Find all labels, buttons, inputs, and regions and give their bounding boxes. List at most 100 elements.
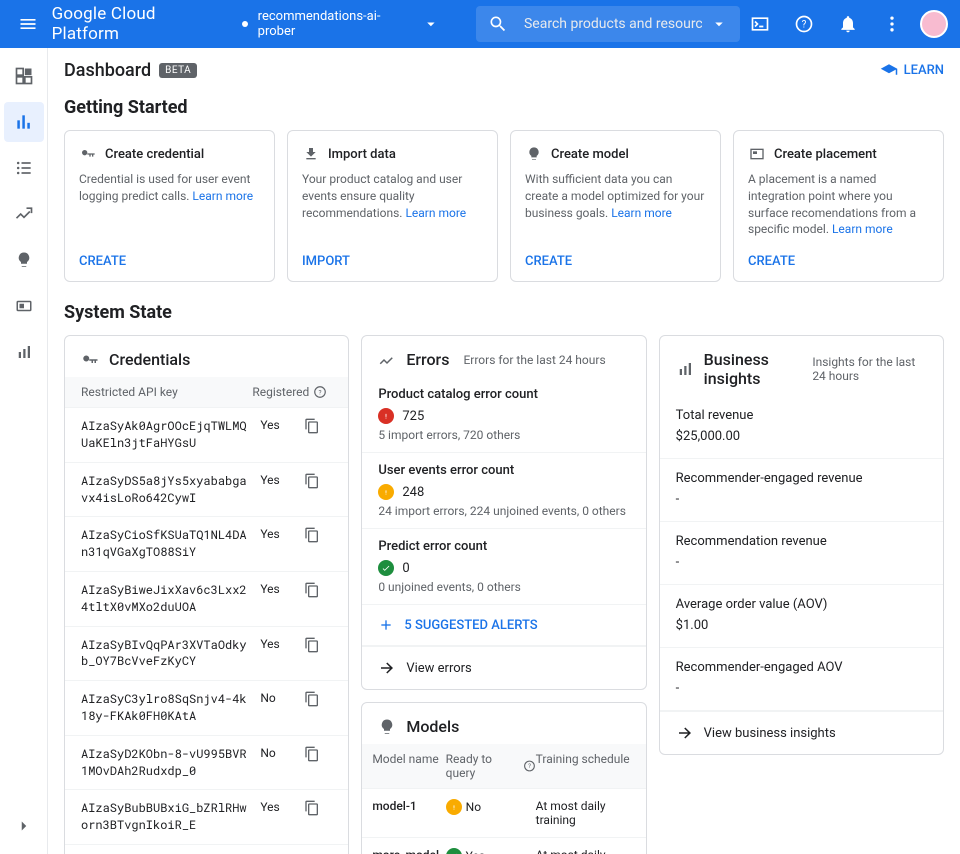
insight-label: Average order value (AOV) bbox=[676, 597, 927, 612]
insight-label: Recommender-engaged revenue bbox=[676, 471, 927, 486]
cloud-shell-icon[interactable] bbox=[740, 4, 780, 44]
warning-icon bbox=[378, 484, 394, 500]
table-row: AIzaSyBiweJixXav6c3Lxx24tltX0vMXo2duUOA … bbox=[65, 572, 348, 627]
getting-started-title: Getting Started bbox=[64, 97, 944, 118]
nav-list-icon[interactable] bbox=[4, 148, 44, 188]
learn-more-link[interactable]: Learn more bbox=[192, 189, 253, 203]
schedule-value: At most daily training bbox=[536, 799, 636, 827]
table-row: AIzaSyDS5a8jYs5xyababgavx4isLoRo642CywI … bbox=[65, 463, 348, 518]
api-key-value: AIzaSyD2KObn-8-vU995BVR1MOvDAh2Rudxdp_0 bbox=[81, 746, 260, 780]
nav-trend-icon[interactable] bbox=[4, 194, 44, 234]
check-icon bbox=[446, 848, 462, 854]
bar-icon bbox=[676, 360, 694, 378]
view-errors-link[interactable]: View errors bbox=[362, 646, 645, 689]
create-placement-button[interactable]: CREATE bbox=[748, 238, 929, 269]
import-button[interactable]: IMPORT bbox=[302, 238, 483, 269]
avatar[interactable] bbox=[920, 10, 948, 38]
plus-icon bbox=[378, 617, 394, 633]
api-key-value: AIzaSyBIvQqPAr3XVTaOdkyb_OY7BcVveFzKyCY bbox=[81, 637, 260, 671]
copy-icon[interactable] bbox=[304, 473, 332, 489]
help-icon[interactable]: ? bbox=[784, 4, 824, 44]
suggested-alerts-link[interactable]: 5 SUGGESTED ALERTS bbox=[362, 605, 645, 646]
project-selector[interactable]: recommendations-ai-prober bbox=[242, 9, 440, 39]
arrow-right-icon bbox=[378, 659, 396, 677]
svg-text:?: ? bbox=[528, 763, 531, 770]
help-icon[interactable]: ? bbox=[523, 759, 536, 773]
help-icon[interactable]: ? bbox=[313, 385, 327, 399]
svg-text:?: ? bbox=[319, 389, 322, 397]
nav-lightbulb-icon[interactable] bbox=[4, 240, 44, 280]
menu-icon[interactable] bbox=[8, 4, 48, 44]
key-icon bbox=[79, 145, 97, 163]
more-icon[interactable] bbox=[872, 4, 912, 44]
table-row: AIzaSyCioSfKSUaTQ1NL4DAn31qVGaXgTO88SiY … bbox=[65, 517, 348, 572]
api-key-value: AIzaSyBiweJixXav6c3Lxx24tltX0vMXo2duUOA bbox=[81, 582, 260, 616]
table-row: AIzaSyAk0AgrOOcEjqTWLMQUaKEln3jtFaHYGsU … bbox=[65, 408, 348, 463]
error-title: Product catalog error count bbox=[378, 387, 629, 402]
insight-row: Recommendation revenue - bbox=[660, 522, 943, 585]
system-state-title: System State bbox=[64, 302, 944, 323]
copy-icon[interactable] bbox=[304, 746, 332, 762]
copy-icon[interactable] bbox=[304, 800, 332, 816]
col-api-key: Restricted API key bbox=[81, 385, 252, 399]
insight-value: $1.00 bbox=[676, 618, 927, 633]
error-count: 0 bbox=[402, 561, 409, 576]
bulb-icon bbox=[525, 145, 543, 163]
api-key-value: AIzaSyCioSfKSUaTQ1NL4DAn31qVGaXgTO88SiY bbox=[81, 527, 260, 561]
copy-icon[interactable] bbox=[304, 582, 332, 598]
search-dropdown-icon[interactable] bbox=[710, 15, 728, 33]
insight-value: - bbox=[676, 555, 927, 570]
learn-more-link[interactable]: Learn more bbox=[405, 206, 466, 220]
table-row: more_models Yes At most daily training bbox=[362, 838, 645, 854]
top-bar: Google Cloud Platform recommendations-ai… bbox=[0, 0, 960, 48]
check-icon bbox=[378, 560, 394, 576]
search-box[interactable] bbox=[476, 6, 740, 42]
models-panel: Models Model name Ready to query? Traini… bbox=[361, 702, 646, 854]
table-row: AIzaSyBIvQqPAr3XVTaOdkyb_OY7BcVveFzKyCY … bbox=[65, 627, 348, 682]
learn-link[interactable]: LEARN bbox=[880, 62, 944, 80]
learn-icon bbox=[880, 62, 898, 80]
insights-panel: Business insights Insights for the last … bbox=[659, 335, 944, 755]
insight-value: - bbox=[676, 492, 927, 507]
key-icon bbox=[81, 351, 99, 369]
col-ready: Ready to query bbox=[446, 752, 519, 780]
learn-more-link[interactable]: Learn more bbox=[832, 222, 893, 236]
schedule-value: At most daily training bbox=[536, 848, 636, 854]
nav-dashboard-icon[interactable] bbox=[4, 56, 44, 96]
nav-placement-icon[interactable] bbox=[4, 286, 44, 326]
nav-bar-icon[interactable] bbox=[4, 332, 44, 372]
learn-more-link[interactable]: Learn more bbox=[611, 206, 672, 220]
error-detail: 24 import errors, 224 unjoined events, 0… bbox=[378, 504, 629, 518]
notifications-icon[interactable] bbox=[828, 4, 868, 44]
import-icon bbox=[302, 145, 320, 163]
view-insights-link[interactable]: View business insights bbox=[660, 711, 943, 754]
top-actions: ? bbox=[740, 4, 952, 44]
create-credential-button[interactable]: CREATE bbox=[79, 238, 260, 269]
registered-value: Yes bbox=[260, 473, 304, 487]
api-key-value: AIzaSyAk0AgrOOcEjqTWLMQUaKEln3jtFaHYGsU bbox=[81, 418, 260, 452]
create-model-button[interactable]: CREATE bbox=[525, 238, 706, 269]
api-key-value: AIzaSyBubBUBxiG_bZRlRHworn3BTvgnIkoiR_E bbox=[81, 800, 260, 834]
copy-icon[interactable] bbox=[304, 418, 332, 434]
errors-subtitle: Errors for the last 24 hours bbox=[463, 353, 605, 367]
registered-value: Yes bbox=[260, 637, 304, 651]
card-create-model: Create model With sufficient data you ca… bbox=[510, 130, 721, 282]
view-credentials-link[interactable]: View credentials bbox=[65, 844, 348, 854]
copy-icon[interactable] bbox=[304, 691, 332, 707]
nav-insights-icon[interactable] bbox=[4, 102, 44, 142]
error-count: 248 bbox=[402, 485, 424, 500]
error-detail: 5 import errors, 720 others bbox=[378, 428, 629, 442]
page-title: Dashboard bbox=[64, 60, 151, 81]
nav-collapse-icon[interactable] bbox=[4, 806, 44, 846]
error-title: User events error count bbox=[378, 463, 629, 478]
credentials-rows: AIzaSyAk0AgrOOcEjqTWLMQUaKEln3jtFaHYGsU … bbox=[65, 408, 348, 844]
search-input[interactable] bbox=[524, 16, 702, 32]
chevron-down-icon bbox=[422, 15, 440, 33]
insight-label: Recommender-engaged AOV bbox=[676, 660, 927, 675]
insight-row: Average order value (AOV) $1.00 bbox=[660, 585, 943, 648]
col-schedule: Training schedule bbox=[536, 752, 636, 780]
registered-value: Yes bbox=[260, 582, 304, 596]
table-row: AIzaSyD2KObn-8-vU995BVR1MOvDAh2Rudxdp_0 … bbox=[65, 736, 348, 791]
copy-icon[interactable] bbox=[304, 637, 332, 653]
copy-icon[interactable] bbox=[304, 527, 332, 543]
